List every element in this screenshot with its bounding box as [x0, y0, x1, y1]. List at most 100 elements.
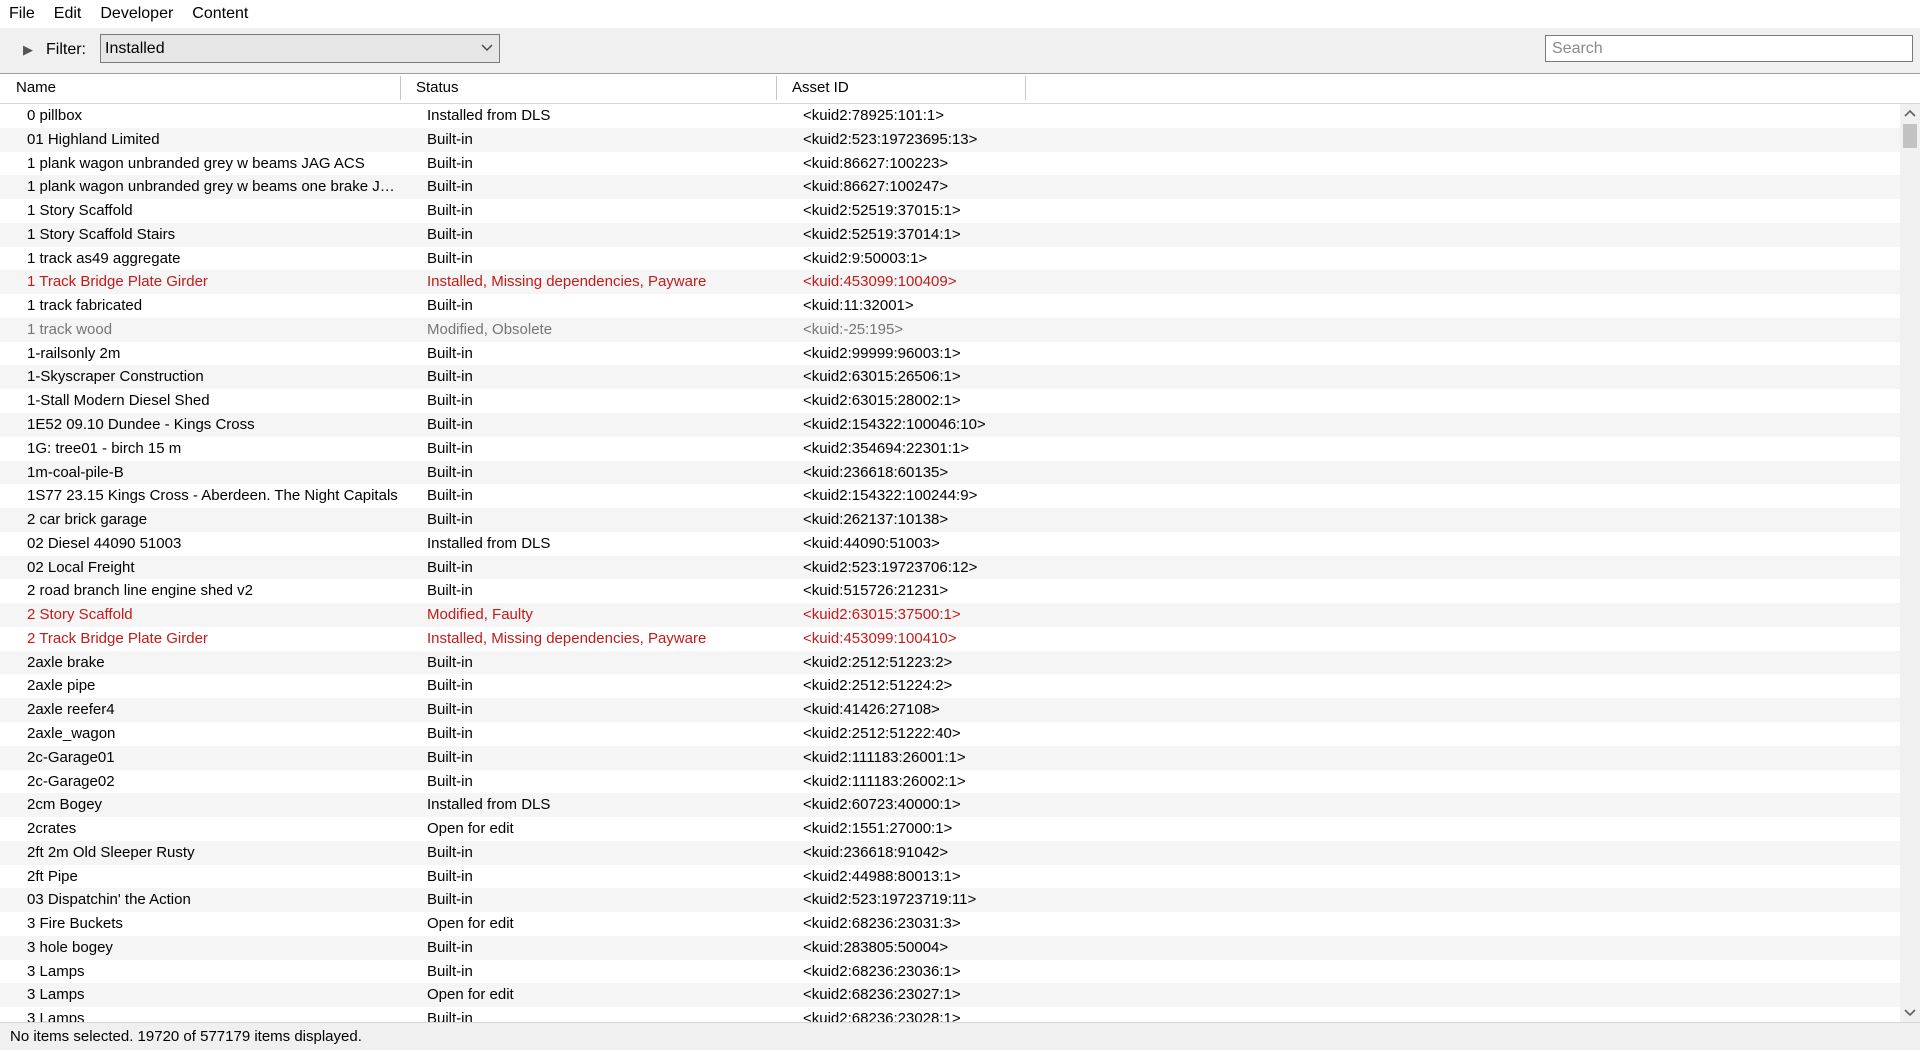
table-row[interactable]: 1 plank wagon unbranded grey w beams one…	[0, 175, 1900, 200]
cell-asset-id: <kuid:453099:100410>	[803, 629, 957, 647]
table-row[interactable]: 3 hole bogey Built-in <kuid:283805:50004>	[0, 935, 1900, 960]
menu-content[interactable]: Content	[183, 0, 258, 28]
table-row[interactable]: 1 track as49 aggregate Built-in <kuid2:9:5…	[0, 247, 1900, 271]
cell-asset-id: <kuid2:99999:96003:1>	[803, 344, 961, 362]
filter-selected-value: Installed	[105, 40, 165, 57]
table-row[interactable]: 3 Lamps Open for edit <kuid2:68236:23027:1…	[0, 983, 1900, 1008]
cell-asset-id: <kuid2:354694:22301:1>	[803, 439, 969, 457]
cell-asset-id: <kuid:86627:100247>	[803, 178, 949, 196]
triangle-right-icon[interactable]: ▶	[18, 40, 38, 60]
cell-name: 02 Diesel 44090 51003	[27, 534, 182, 552]
cell-name: 2axle brake	[27, 653, 105, 671]
cell-name: 1 Story Scaffold	[27, 202, 133, 220]
cell-name: 2c-Garage02	[27, 772, 115, 790]
cell-name: 2axle reefer4	[27, 701, 115, 719]
chevron-up-icon[interactable]	[1900, 104, 1920, 124]
table-row[interactable]: 2 road branch line engine shed v2 Built-i…	[0, 579, 1900, 603]
cell-name: 2 Story Scaffold	[27, 606, 133, 624]
cell-name: 1 plank wagon unbranded grey w beams one…	[27, 178, 402, 196]
table-row[interactable]: 1G: tree01 - birch 15 m Built-in <kuid2:35…	[0, 437, 1900, 461]
menu-bar: File Edit Developer Content	[0, 0, 1920, 28]
column-header-name[interactable]: Name	[0, 74, 400, 104]
table-row[interactable]: 1-railsonly 2m Built-in <kuid2:99999:96003…	[0, 342, 1900, 366]
cell-asset-id: <kuid2:78925:101:1>	[803, 107, 944, 124]
column-header-asset-id[interactable]: Asset ID	[776, 74, 1025, 104]
cell-status: Built-in	[427, 511, 473, 529]
cell-name: 3 hole bogey	[27, 938, 113, 956]
table-row[interactable]: 1S77 23.15 Kings Cross - Aberdeen. The N…	[0, 484, 1900, 508]
table-row[interactable]: 03 Dispatchin' the Action Built-in <kuid2:…	[0, 888, 1900, 913]
cell-status: Built-in	[427, 748, 473, 766]
menu-file[interactable]: File	[0, 0, 45, 28]
table-row[interactable]: 1 Story Scaffold Stairs Built-in <kuid2:52…	[0, 222, 1900, 247]
scrollbar-thumb[interactable]	[1903, 124, 1917, 148]
table-row[interactable]: 02 Diesel 44090 51003 Installed from DLS <…	[0, 532, 1900, 556]
table-row[interactable]: 2ft 2m Old Sleeper Rusty Built-in <kuid:23…	[0, 840, 1900, 865]
menu-edit[interactable]: Edit	[45, 0, 92, 28]
cell-asset-id: <kuid2:154322:100244:9>	[803, 487, 978, 505]
cell-name: 1 plank wagon unbranded grey w beams JAG…	[27, 154, 365, 172]
cell-name: 2 car brick garage	[27, 511, 148, 529]
cell-status: Open for edit	[427, 820, 514, 838]
table-row[interactable]: 2 Track Bridge Plate Girder Installed, Mi…	[0, 627, 1900, 651]
table-row[interactable]: 1-Skyscraper Construction Built-in <kuid2:…	[0, 365, 1900, 390]
table-row[interactable]: 2 Story Scaffold Modified, Faulty <kuid2:6…	[0, 603, 1900, 627]
menu-developer[interactable]: Developer	[91, 0, 183, 28]
cell-name: 2axle pipe	[27, 677, 96, 695]
cell-status: Built-in	[427, 843, 473, 861]
table-row[interactable]: 1-Stall Modern Diesel Shed Built-in <kuid2…	[0, 389, 1900, 413]
column-header-status[interactable]: Status	[400, 74, 776, 104]
cell-name: 1 Track Bridge Plate Girder	[27, 273, 208, 291]
table-row[interactable]: 1 track fabricated Built-in <kuid:11:32001…	[0, 294, 1900, 318]
table-row[interactable]: 01 Highland Limited Built-in <kuid2:523:19…	[0, 127, 1900, 152]
table-row[interactable]: 1 track wood Modified, Obsolete <kuid:-25:…	[0, 317, 1900, 342]
table-row[interactable]: 02 Local Freight Built-in <kuid2:523:19723…	[0, 555, 1900, 580]
search-input[interactable]	[1545, 35, 1913, 62]
filter-label: Filter:	[46, 41, 86, 58]
cell-name: 1 Story Scaffold Stairs	[27, 225, 176, 243]
cell-status: Installed, Missing dependencies, Payware	[427, 629, 707, 647]
cell-status: Built-in	[427, 368, 473, 386]
cell-name: 2axle_wagon	[27, 725, 116, 743]
cell-asset-id: <kuid2:52519:37015:1>	[803, 202, 961, 220]
table-row[interactable]: 2cm Bogey Installed from DLS <kuid2:60723:…	[0, 793, 1900, 818]
cell-asset-id: <kuid2:523:19723695:13>	[803, 130, 978, 148]
cell-status: Installed from DLS	[427, 534, 551, 552]
table-row[interactable]: 2axle brake Built-in <kuid2:2512:51223:2>	[0, 650, 1900, 675]
table-row[interactable]: 0 pillbox Installed from DLS <kuid2:78925:…	[0, 104, 1900, 128]
table-row[interactable]: 2c-Garage01 Built-in <kuid2:111183:26001:1…	[0, 745, 1900, 770]
table-row[interactable]: 2 car brick garage Built-in <kuid:262137:1…	[0, 508, 1900, 532]
chevron-down-icon[interactable]	[1900, 1002, 1920, 1022]
table-row[interactable]: 2ft Pipe Built-in <kuid2:44988:80013:1>	[0, 865, 1900, 889]
table-row[interactable]: 2c-Garage02 Built-in <kuid2:111183:26002:1…	[0, 770, 1900, 794]
table-row[interactable]: 2axle pipe Built-in <kuid2:2512:51224:2>	[0, 674, 1900, 698]
table-row[interactable]: 3 Lamps Built-in <kuid2:68236:23028:1>	[0, 1007, 1900, 1022]
cell-asset-id: <kuid:236618:60135>	[803, 463, 949, 481]
table-row[interactable]: 1 Story Scaffold Built-in <kuid2:52519:370…	[0, 199, 1900, 223]
cell-name: 1 track wood	[27, 320, 113, 338]
table-row[interactable]: 1 Track Bridge Plate Girder Installed, Mi…	[0, 270, 1900, 295]
cell-status: Built-in	[427, 463, 473, 481]
column-resize-handle[interactable]	[1025, 76, 1026, 100]
vertical-scrollbar[interactable]	[1900, 104, 1920, 1022]
cell-asset-id: <kuid2:523:19723719:11>	[803, 891, 977, 909]
table-row[interactable]: 1 plank wagon unbranded grey w beams JAG…	[0, 152, 1900, 176]
table-row[interactable]: 2axle reefer4 Built-in <kuid:41426:27108>	[0, 698, 1900, 723]
table-row[interactable]: 1E52 09.10 Dundee - Kings Cross Built-in <…	[0, 413, 1900, 437]
table-row[interactable]: 2crates Open for edit <kuid2:1551:27000:1>	[0, 817, 1900, 841]
status-bar: No items selected. 19720 of 577179 items…	[0, 1022, 1920, 1050]
table-row[interactable]: 3 Fire Buckets Open for edit <kuid2:68236:…	[0, 912, 1900, 936]
filter-dropdown[interactable]: Installed	[100, 34, 500, 63]
cell-name: 2ft 2m Old Sleeper Rusty	[27, 843, 195, 861]
cell-status: Built-in	[427, 558, 473, 576]
cell-name: 2 Track Bridge Plate Girder	[27, 629, 208, 647]
table-row[interactable]: 2axle_wagon Built-in <kuid2:2512:51222:40>	[0, 722, 1900, 746]
table-row[interactable]: 1m-coal-pile-B Built-in <kuid:236618:60135…	[0, 460, 1900, 485]
asset-list[interactable]: 0 pillbox Installed from DLS <kuid2:78925:…	[0, 104, 1900, 1022]
cell-status: Built-in	[427, 701, 473, 719]
cell-asset-id: <kuid:453099:100409>	[803, 273, 957, 291]
cell-asset-id: <kuid2:60723:40000:1>	[803, 796, 961, 814]
cell-name: 1E52 09.10 Dundee - Kings Cross	[27, 416, 255, 433]
table-row[interactable]: 3 Lamps Built-in <kuid2:68236:23036:1>	[0, 960, 1900, 984]
cell-status: Built-in	[427, 439, 473, 457]
